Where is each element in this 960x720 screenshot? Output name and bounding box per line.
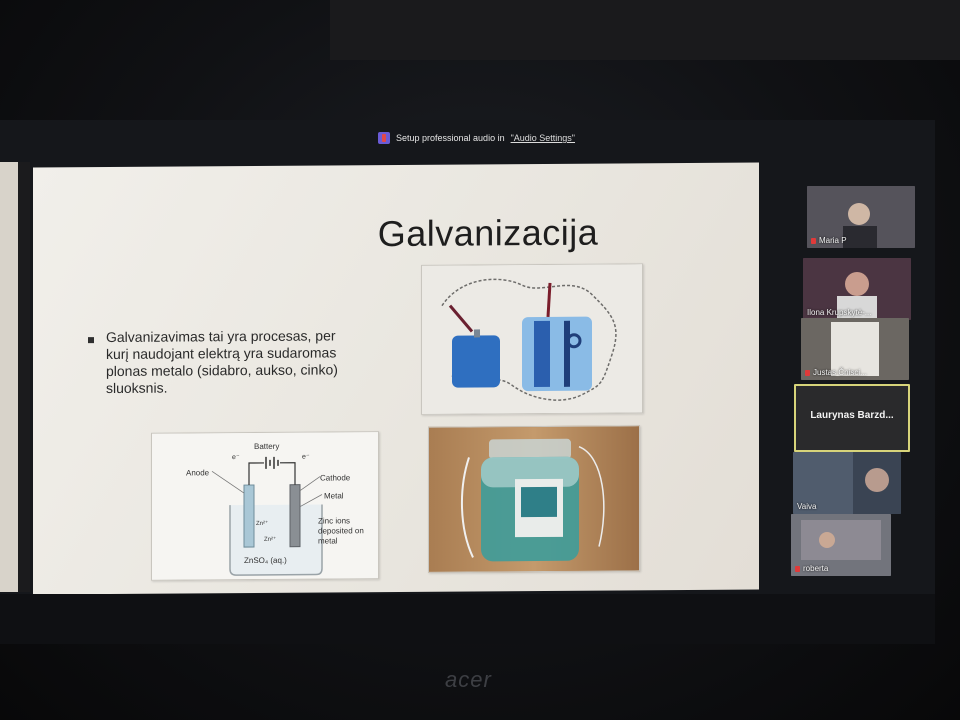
slide-bullet: Galvanizavimas tai yra procesas, per kur…	[88, 327, 356, 397]
screen-bottom-edge	[0, 594, 935, 644]
participant-name-text: Ilona Krupskytė-...	[807, 308, 872, 317]
divider	[18, 162, 30, 592]
audio-settings-notice: Setup professional audio in "Audio Setti…	[378, 132, 575, 144]
galvanization-illustration	[422, 264, 642, 414]
participant-tile-active[interactable]: Laurynas Barzd...	[794, 384, 910, 452]
participant-name: Justas Čnisci...	[805, 368, 867, 377]
audio-notice-text: Setup professional audio in	[396, 133, 505, 143]
electron-left-label: e⁻	[232, 454, 240, 461]
mic-muted-icon	[795, 565, 800, 572]
participant-tile[interactable]: Justas Čnisci...	[801, 318, 909, 380]
electroplating-diagram: Battery e⁻ e⁻ Anode Cathode Metal Zinc i…	[151, 431, 379, 581]
participant-tile[interactable]: Ilona Krupskytė-...	[803, 258, 911, 320]
participant-name-text: Vaiva	[797, 502, 817, 511]
metal-label: Metal	[324, 491, 344, 500]
zn-ion-2: Zn²⁺	[264, 536, 276, 543]
electron-right-label: e⁻	[302, 454, 310, 461]
zn-ion-1: Zn²⁺	[256, 520, 268, 527]
participant-name: Vaiva	[797, 502, 816, 511]
zinc-ions-label: Zinc ions deposited on metal	[318, 516, 364, 546]
participant-name: Laurynas Barzd...	[810, 410, 894, 421]
bullet-text: Galvanizavimas tai yra procesas, per kur…	[106, 327, 338, 397]
jar-photo	[428, 425, 640, 573]
acer-logo: acer	[445, 667, 492, 692]
audio-app-icon	[378, 132, 390, 144]
cathode-label: Cathode	[320, 473, 351, 482]
participant-tile[interactable]: Vaiva	[793, 452, 901, 514]
participants-panel: Maria P Ilona Krupskytė-... Justas Čnisc…	[785, 178, 925, 598]
bullet-square-icon	[88, 337, 94, 344]
galvanization-photo	[421, 263, 643, 415]
participant-name-text: Justas Čnisci...	[813, 368, 867, 377]
mic-muted-icon	[811, 237, 816, 244]
previous-slide-edge	[0, 162, 18, 592]
mic-muted-icon	[805, 369, 810, 376]
background-monitor	[330, 0, 960, 60]
anode-label: Anode	[186, 468, 210, 477]
electroplating-diagram-graphic: Battery e⁻ e⁻ Anode Cathode Metal Zinc i…	[152, 432, 378, 580]
participant-name-text: roberta	[803, 564, 829, 573]
participant-tile[interactable]: roberta	[791, 514, 891, 576]
jar-illustration	[429, 426, 639, 572]
participant-name: Ilona Krupskytė-...	[807, 308, 871, 317]
participant-tile[interactable]: Maria P	[807, 186, 915, 248]
participant-name: Maria P	[811, 236, 847, 245]
audio-settings-link[interactable]: "Audio Settings"	[511, 133, 575, 143]
battery-label: Battery	[254, 442, 279, 451]
solution-label: ZnSO₄ (aq.)	[244, 556, 287, 565]
shared-slide: Galvanizacija Galvanizavimas tai yra pro…	[33, 162, 759, 595]
participant-name-text: Maria P	[819, 236, 847, 245]
zinc-ions-label-wrap: Zinc ions deposited on metal	[318, 516, 364, 546]
participant-name: roberta	[795, 564, 828, 573]
